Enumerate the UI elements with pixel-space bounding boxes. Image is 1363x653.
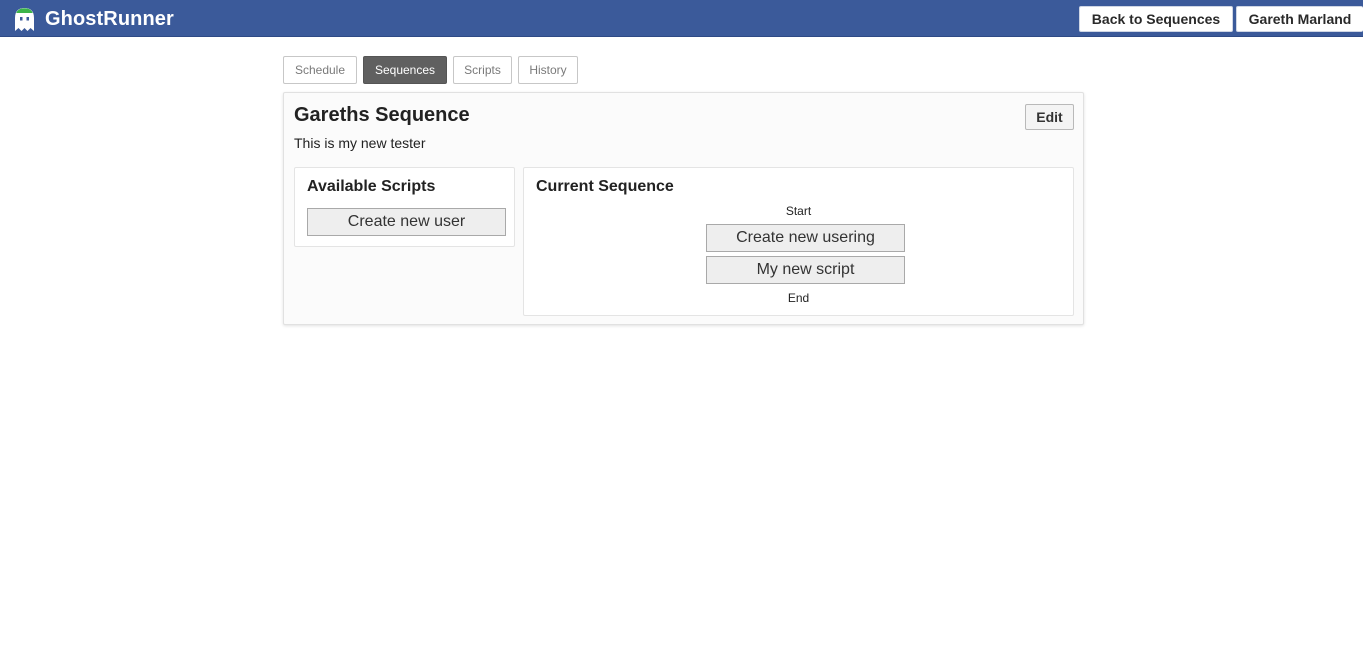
tab-scripts[interactable]: Scripts xyxy=(453,56,512,84)
back-to-sequences-button[interactable]: Back to Sequences xyxy=(1079,6,1233,32)
available-scripts-box: Available Scripts Create new user xyxy=(294,167,515,247)
sequence-end-label: End xyxy=(787,291,810,305)
sequence-start-label: Start xyxy=(785,204,812,218)
user-menu-button[interactable]: Gareth Marland xyxy=(1236,6,1363,32)
current-sequence-heading: Current Sequence xyxy=(536,178,674,195)
edit-button[interactable]: Edit xyxy=(1025,104,1074,130)
sequence-script-item[interactable]: My new script xyxy=(706,256,905,284)
brand[interactable]: GhostRunner xyxy=(14,6,174,32)
sequence-panel: Gareths Sequence This is my new tester E… xyxy=(283,92,1084,325)
available-script-item[interactable]: Create new user xyxy=(307,208,506,236)
tab-schedule[interactable]: Schedule xyxy=(283,56,357,84)
sequence-script-item[interactable]: Create new usering xyxy=(706,224,905,252)
current-sequence-box: Current Sequence Start Create new userin… xyxy=(523,167,1074,316)
app-title: GhostRunner xyxy=(45,7,174,30)
ghost-icon xyxy=(14,6,35,32)
available-scripts-heading: Available Scripts xyxy=(307,178,436,195)
top-navigation-bar: GhostRunner Back to Sequences Gareth Mar… xyxy=(0,0,1363,37)
sequence-description: This is my new tester xyxy=(294,135,426,151)
tab-history[interactable]: History xyxy=(518,56,578,84)
sequence-title: Gareths Sequence xyxy=(294,104,470,126)
tab-sequences[interactable]: Sequences xyxy=(363,56,447,84)
